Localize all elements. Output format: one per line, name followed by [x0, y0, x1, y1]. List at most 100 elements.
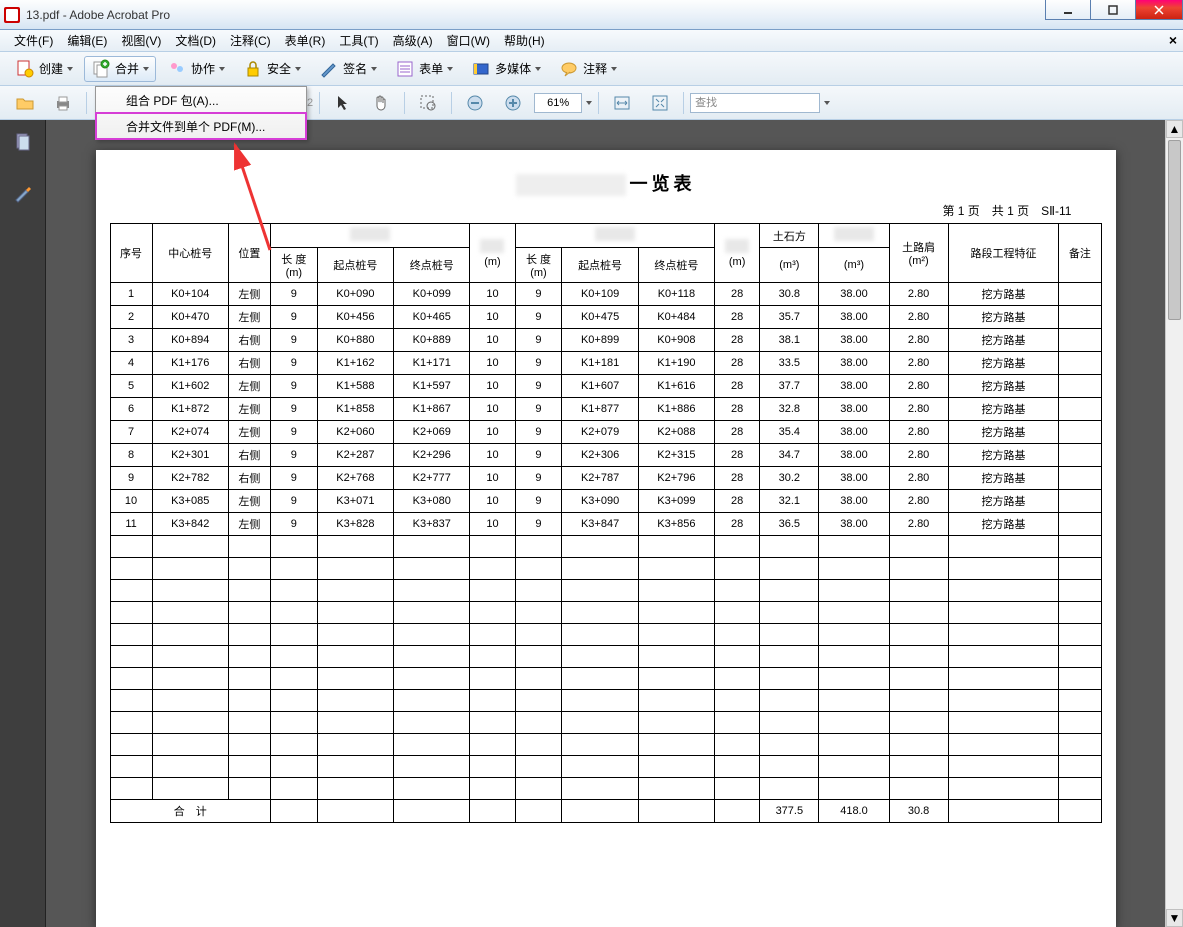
- table-row: [110, 734, 1101, 756]
- menu-edit[interactable]: 编辑(E): [61, 30, 113, 51]
- lock-icon: [243, 59, 263, 79]
- printer-icon: [53, 93, 73, 113]
- menu-forms[interactable]: 表单(R): [279, 30, 332, 51]
- pages-panel-button[interactable]: [0, 126, 46, 158]
- hand-icon: [371, 93, 391, 113]
- col-ep1: 终点桩号: [394, 248, 470, 283]
- menu-advanced[interactable]: 高级(A): [387, 30, 439, 51]
- col-center-pile: 中心桩号: [152, 224, 228, 283]
- combine-dropdown-menu: 组合 PDF 包(A)... 合并文件到单个 PDF(M)...: [95, 86, 307, 140]
- table-row: 8K2+301右侧9K2+287K2+296109K2+306K2+315283…: [110, 444, 1101, 467]
- menu-tools[interactable]: 工具(T): [333, 30, 384, 51]
- separator: [319, 92, 320, 114]
- main-toolbar: 创建 合并 协作 安全 签名 表单 多媒体 注释: [0, 52, 1183, 86]
- col-len1: 长 度(m): [270, 248, 317, 283]
- chevron-down-icon: [611, 67, 617, 71]
- close-button[interactable]: [1135, 0, 1183, 20]
- forms-icon: [395, 59, 415, 79]
- chevron-down-icon[interactable]: [824, 101, 830, 105]
- table-row: [110, 712, 1101, 734]
- menu-view[interactable]: 视图(V): [115, 30, 167, 51]
- chevron-down-icon: [371, 67, 377, 71]
- fit-page-button[interactable]: [643, 90, 677, 116]
- collaborate-button[interactable]: 协作: [160, 56, 232, 82]
- scroll-down-button[interactable]: ▼: [1166, 909, 1183, 927]
- chevron-down-icon: [67, 67, 73, 71]
- col-feature: 路段工程特征: [948, 224, 1059, 283]
- close-document-button[interactable]: ×: [1169, 32, 1177, 48]
- create-pdf-icon: [15, 59, 35, 79]
- menu-window[interactable]: 窗口(W): [441, 30, 496, 51]
- chevron-down-icon[interactable]: [586, 101, 592, 105]
- signatures-panel-button[interactable]: [0, 178, 46, 210]
- maximize-button[interactable]: [1090, 0, 1136, 20]
- table-row: [110, 668, 1101, 690]
- col-position: 位置: [228, 224, 270, 283]
- table-row: 10K3+085左侧9K3+071K3+080109K3+090K3+09928…: [110, 490, 1101, 513]
- create-label: 创建: [39, 60, 63, 77]
- combine-button[interactable]: 合并: [84, 56, 156, 82]
- sign-button[interactable]: 签名: [312, 56, 384, 82]
- table-row: [110, 580, 1101, 602]
- table-row: 5K1+602左侧9K1+588K1+597109K1+607K1+616283…: [110, 375, 1101, 398]
- page-title: 一览表: [110, 170, 1102, 196]
- sign-label: 签名: [343, 60, 367, 77]
- search-input[interactable]: 查找: [690, 93, 820, 113]
- page-indicator: 2: [307, 97, 313, 109]
- select-tool-button[interactable]: [326, 90, 360, 116]
- minimize-button[interactable]: [1045, 0, 1091, 20]
- scroll-thumb[interactable]: [1168, 140, 1181, 320]
- table-row: 4K1+176右侧9K1+162K1+171109K1+181K1+190283…: [110, 352, 1101, 375]
- table-row: [110, 756, 1101, 778]
- window-title: 13.pdf - Adobe Acrobat Pro: [26, 8, 170, 22]
- scroll-up-button[interactable]: ▲: [1166, 120, 1183, 138]
- table-row: [110, 646, 1101, 668]
- fit-width-button[interactable]: [605, 90, 639, 116]
- menu-help[interactable]: 帮助(H): [498, 30, 551, 51]
- page-info: 第 1 页 共 1 页 SⅡ-11: [110, 202, 1072, 219]
- zoom-out-icon: [465, 93, 485, 113]
- table-row: 1K0+104左侧9K0+090K0+099109K0+109K0+118283…: [110, 283, 1101, 306]
- table-row: [110, 602, 1101, 624]
- forms-label: 表单: [419, 60, 443, 77]
- hand-tool-button[interactable]: [364, 90, 398, 116]
- menu-document[interactable]: 文档(D): [169, 30, 222, 51]
- comment-button[interactable]: 注释: [552, 56, 624, 82]
- print-button[interactable]: [46, 90, 80, 116]
- document-viewport[interactable]: 一览表 第 1 页 共 1 页 SⅡ-11 序号 中心桩号 位置 (m) (m)…: [46, 120, 1165, 927]
- fit-page-icon: [650, 93, 670, 113]
- marquee-zoom-button[interactable]: [411, 90, 445, 116]
- redacted-title-prefix: [516, 174, 626, 196]
- separator: [404, 92, 405, 114]
- col-shoulder: 土路肩(m²): [889, 224, 948, 283]
- col-m2: (m): [715, 224, 760, 283]
- separator: [86, 92, 87, 114]
- assemble-pdf-portfolio-item[interactable]: 组合 PDF 包(A)...: [96, 87, 306, 113]
- vertical-scrollbar[interactable]: ▲ ▼: [1165, 120, 1183, 927]
- zoom-out-button[interactable]: [458, 90, 492, 116]
- totals-row: 合 计377.5418.030.8: [110, 800, 1101, 823]
- secure-button[interactable]: 安全: [236, 56, 308, 82]
- combine-label: 合并: [115, 60, 139, 77]
- open-button[interactable]: [8, 90, 42, 116]
- create-pdf-button[interactable]: 创建: [8, 56, 80, 82]
- col-earth-h: 土石方: [760, 224, 819, 248]
- menu-file[interactable]: 文件(F): [8, 30, 59, 51]
- separator: [683, 92, 684, 114]
- forms-button[interactable]: 表单: [388, 56, 460, 82]
- multimedia-label: 多媒体: [495, 60, 531, 77]
- multimedia-icon: [471, 59, 491, 79]
- merge-files-into-single-pdf-item[interactable]: 合并文件到单个 PDF(M)...: [96, 113, 306, 139]
- comment-icon: [559, 59, 579, 79]
- secure-label: 安全: [267, 60, 291, 77]
- multimedia-button[interactable]: 多媒体: [464, 56, 548, 82]
- table-row: [110, 624, 1101, 646]
- col-earth-u: (m³): [760, 248, 819, 283]
- table-row: [110, 536, 1101, 558]
- table-row: 7K2+074左侧9K2+060K2+069109K2+079K2+088283…: [110, 421, 1101, 444]
- separator: [598, 92, 599, 114]
- menu-comments[interactable]: 注释(C): [224, 30, 277, 51]
- zoom-level-input[interactable]: 61%: [534, 93, 582, 113]
- col-sp1: 起点桩号: [317, 248, 393, 283]
- zoom-in-button[interactable]: [496, 90, 530, 116]
